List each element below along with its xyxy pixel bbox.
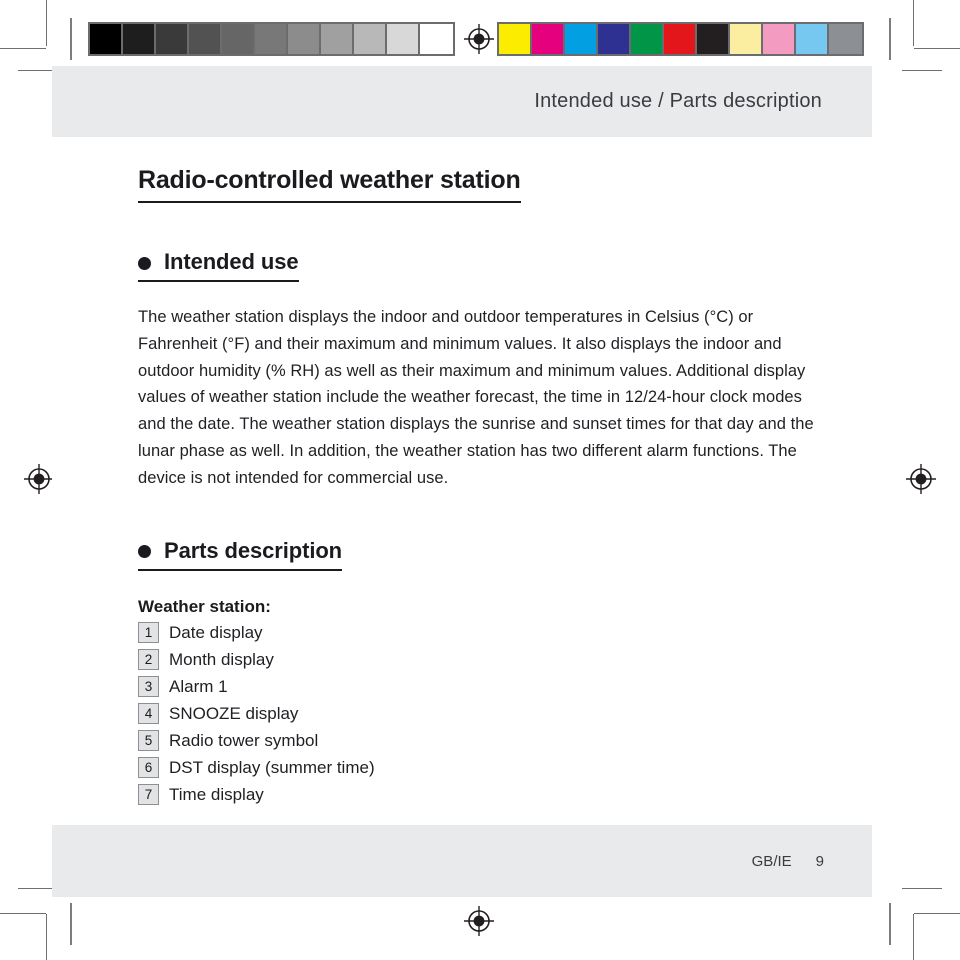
registration-target-top-center — [464, 24, 494, 54]
crop-mark-bottom-right-v — [913, 914, 914, 960]
crop-mark-bottom-left-h — [0, 913, 46, 914]
crop-mark-top-left-v — [46, 0, 47, 46]
color-swatch-9 — [796, 24, 829, 54]
crop-mark-bottom-right-h — [914, 913, 960, 914]
grayscale-swatch-5 — [255, 24, 288, 54]
parts-list-item: 5 Radio tower symbol — [138, 730, 828, 752]
crop-mark-top-left-inner-v — [70, 18, 72, 60]
part-number-box: 5 — [138, 730, 159, 752]
crop-mark-bottom-right-inner-h — [902, 888, 942, 889]
crop-mark-top-right-h — [914, 48, 960, 49]
page-title: Radio-controlled weather station — [138, 166, 521, 203]
grayscale-swatch-strip — [88, 22, 455, 56]
page-footer: GB/IE 9 — [52, 825, 872, 897]
crop-mark-top-right-v — [913, 0, 914, 46]
registration-target-right — [906, 464, 936, 494]
color-swatch-1 — [532, 24, 565, 54]
crop-mark-bottom-left-v — [46, 914, 47, 960]
grayscale-swatch-0 — [90, 24, 123, 54]
crop-mark-bottom-left-inner-v — [70, 903, 72, 945]
color-swatch-6 — [697, 24, 730, 54]
footer-locale: GB/IE — [751, 852, 792, 870]
color-swatch-5 — [664, 24, 697, 54]
part-number-box: 4 — [138, 703, 159, 725]
page-sheet: Intended use / Parts description Radio-c… — [52, 66, 872, 897]
crop-mark-top-left-h — [0, 48, 46, 49]
crop-mark-top-right-inner-h — [902, 70, 942, 71]
section-intended-use: Intended use The weather station display… — [138, 249, 828, 492]
parts-list: 1 Date display 2 Month display 3 Alarm 1 4 SNOO… — [138, 622, 828, 806]
intended-use-paragraph: The weather station displays the indoor … — [138, 308, 814, 487]
parts-list-item: 1 Date display — [138, 622, 828, 644]
parts-list-item: 7 Time display — [138, 784, 828, 806]
section-heading-intended-use: Intended use — [138, 249, 299, 282]
part-label: SNOOZE display — [169, 703, 299, 723]
section-parts-description: Parts description Weather station: 1 Date… — [138, 538, 828, 806]
color-swatch-0 — [499, 24, 532, 54]
grayscale-swatch-8 — [354, 24, 387, 54]
grayscale-swatch-2 — [156, 24, 189, 54]
part-number-box: 1 — [138, 622, 159, 644]
grayscale-swatch-3 — [189, 24, 222, 54]
color-swatch-strip — [497, 22, 864, 56]
parts-list-item: 4 SNOOZE display — [138, 703, 828, 725]
part-number-box: 3 — [138, 676, 159, 698]
part-label: Radio tower symbol — [169, 730, 319, 750]
part-label: Alarm 1 — [169, 676, 228, 696]
running-header-title: Intended use / Parts description — [534, 90, 822, 112]
color-swatch-3 — [598, 24, 631, 54]
running-header: Intended use / Parts description — [52, 66, 872, 137]
color-swatch-4 — [631, 24, 664, 54]
part-label: DST display (summer time) — [169, 757, 375, 777]
grayscale-swatch-7 — [321, 24, 354, 54]
grayscale-swatch-4 — [222, 24, 255, 54]
crop-mark-bottom-right-inner-v — [889, 903, 891, 945]
color-swatch-2 — [565, 24, 598, 54]
parts-list-item: 3 Alarm 1 — [138, 676, 828, 698]
bullet-dot-icon — [138, 545, 151, 559]
grayscale-swatch-6 — [288, 24, 321, 54]
page-content: Radio-controlled weather station Intende… — [138, 166, 828, 811]
registration-target-bottom-center — [464, 906, 494, 936]
part-number-box: 7 — [138, 784, 159, 806]
part-number-box: 2 — [138, 649, 159, 671]
section-heading-parts-description: Parts description — [138, 538, 342, 571]
parts-list-item: 2 Month display — [138, 649, 828, 671]
section-heading-label: Intended use — [164, 249, 299, 274]
parts-list-item: 6 DST display (summer time) — [138, 757, 828, 779]
registration-target-left — [24, 464, 54, 494]
section-heading-label: Parts description — [164, 537, 343, 563]
crop-mark-top-right-inner-v — [889, 18, 891, 60]
footer-page-number: 9 — [815, 852, 824, 870]
grayscale-swatch-9 — [387, 24, 420, 54]
grayscale-swatch-1 — [123, 24, 156, 54]
color-swatch-7 — [730, 24, 763, 54]
part-label: Time display — [169, 784, 264, 804]
part-number-box: 6 — [138, 757, 159, 779]
part-label: Date display — [169, 622, 263, 642]
color-swatch-10 — [829, 24, 862, 54]
parts-subheading: Weather station: — [138, 596, 271, 616]
part-label: Month display — [169, 649, 274, 669]
grayscale-swatch-10 — [420, 24, 453, 54]
bullet-dot-icon — [138, 256, 151, 270]
color-swatch-8 — [763, 24, 796, 54]
